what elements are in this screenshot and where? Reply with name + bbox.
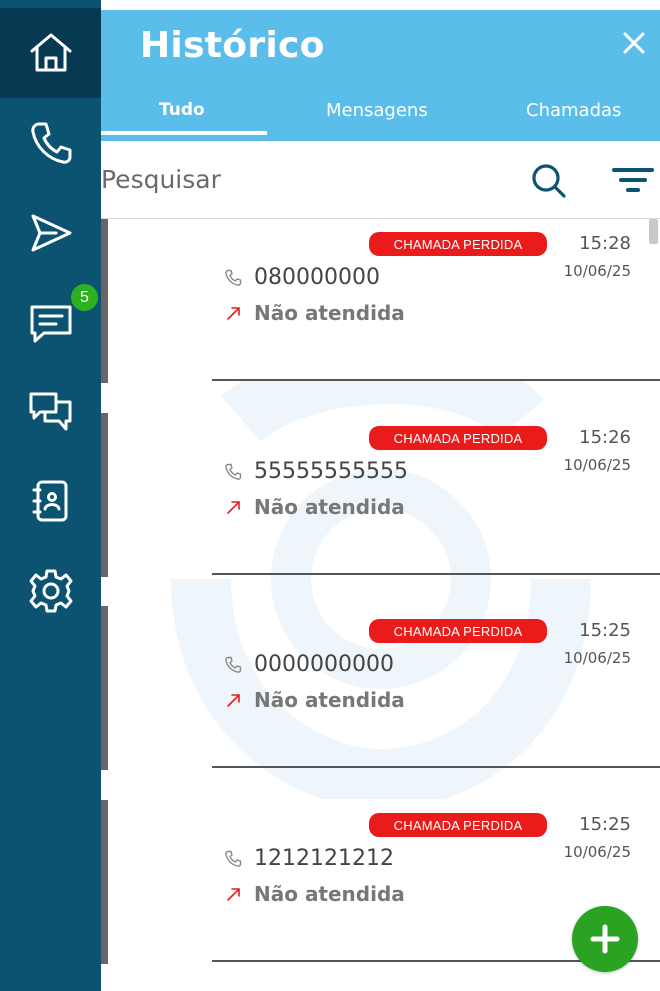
tab-messages[interactable]: Mensagens: [326, 100, 428, 121]
sidebar-item-settings[interactable]: [0, 546, 101, 636]
sidebar-item-send[interactable]: [0, 188, 101, 278]
item-stripe: [101, 800, 108, 964]
missed-call-icon: [227, 888, 240, 901]
tab-calls[interactable]: Chamadas: [526, 100, 621, 121]
send-icon: [31, 214, 71, 252]
home-icon: [30, 33, 71, 72]
call-status: Não atendida: [254, 301, 405, 325]
item-stripe: [101, 606, 108, 770]
search-icon[interactable]: [529, 161, 569, 201]
divider: [212, 766, 660, 768]
item-date: 10/06/25: [563, 456, 631, 474]
gear-icon: [29, 569, 72, 613]
phone-number: 55555555555: [254, 459, 408, 484]
call-status: Não atendida: [254, 882, 405, 906]
search-bar: [101, 141, 660, 219]
call-status: Não atendida: [254, 495, 405, 519]
missed-call-tag: CHAMADA PERDIDA: [369, 426, 547, 450]
item-date: 10/06/25: [563, 843, 631, 861]
item-time: 15:26: [579, 427, 631, 448]
item-time: 15:28: [579, 233, 631, 254]
missed-call-tag: CHAMADA PERDIDA: [369, 232, 547, 256]
history-header: Histórico Tudo Mensagens Chamadas: [101, 10, 660, 141]
close-icon[interactable]: [619, 28, 649, 58]
divider: [212, 379, 660, 381]
phone-icon: [225, 269, 242, 286]
missed-call-icon: [227, 501, 240, 514]
sidebar-item-chat[interactable]: [0, 368, 101, 458]
item-date: 10/06/25: [563, 262, 631, 280]
item-date: 10/06/25: [563, 649, 631, 667]
contacts-icon: [32, 480, 67, 522]
history-item[interactable]: CHAMADA PERDIDA 15:28 10/06/25 080000000…: [101, 219, 660, 413]
item-time: 15:25: [579, 814, 631, 835]
phone-icon: [225, 656, 242, 673]
divider: [212, 573, 660, 575]
plus-icon: [590, 924, 620, 954]
message-icon: [30, 305, 71, 343]
history-item[interactable]: CHAMADA PERDIDA 15:25 10/06/25 121212121…: [101, 800, 660, 991]
history-item[interactable]: CHAMADA PERDIDA 15:25 10/06/25 000000000…: [101, 606, 660, 800]
phone-number: 080000000: [254, 265, 380, 290]
call-status: Não atendida: [254, 688, 405, 712]
sidebar-item-home[interactable]: [0, 8, 101, 98]
phone-number: 0000000000: [254, 652, 394, 677]
chat-icon: [29, 392, 71, 431]
active-tab-indicator: [101, 131, 267, 135]
page-title: Histórico: [140, 25, 325, 66]
phone-icon: [225, 850, 242, 867]
item-stripe: [101, 219, 108, 383]
missed-call-icon: [227, 694, 240, 707]
sidebar-item-calls[interactable]: [0, 98, 101, 188]
sidebar: 5: [0, 0, 101, 991]
phone-icon: [225, 463, 242, 480]
missed-call-icon: [227, 307, 240, 320]
new-call-button[interactable]: [572, 906, 638, 972]
filter-icon[interactable]: [611, 163, 655, 197]
missed-call-tag: CHAMADA PERDIDA: [369, 619, 547, 643]
item-time: 15:25: [579, 620, 631, 641]
phone-icon: [30, 122, 71, 164]
tab-all[interactable]: Tudo: [159, 100, 205, 120]
unread-badge: 5: [71, 284, 98, 311]
history-list: CHAMADA PERDIDA 15:28 10/06/25 080000000…: [101, 219, 660, 991]
sidebar-item-contacts[interactable]: [0, 456, 101, 546]
history-item[interactable]: CHAMADA PERDIDA 15:26 10/06/25 555555555…: [101, 413, 660, 607]
search-input[interactable]: [101, 161, 481, 197]
item-stripe: [101, 413, 108, 577]
phone-number: 1212121212: [254, 846, 394, 871]
missed-call-tag: CHAMADA PERDIDA: [369, 813, 547, 837]
